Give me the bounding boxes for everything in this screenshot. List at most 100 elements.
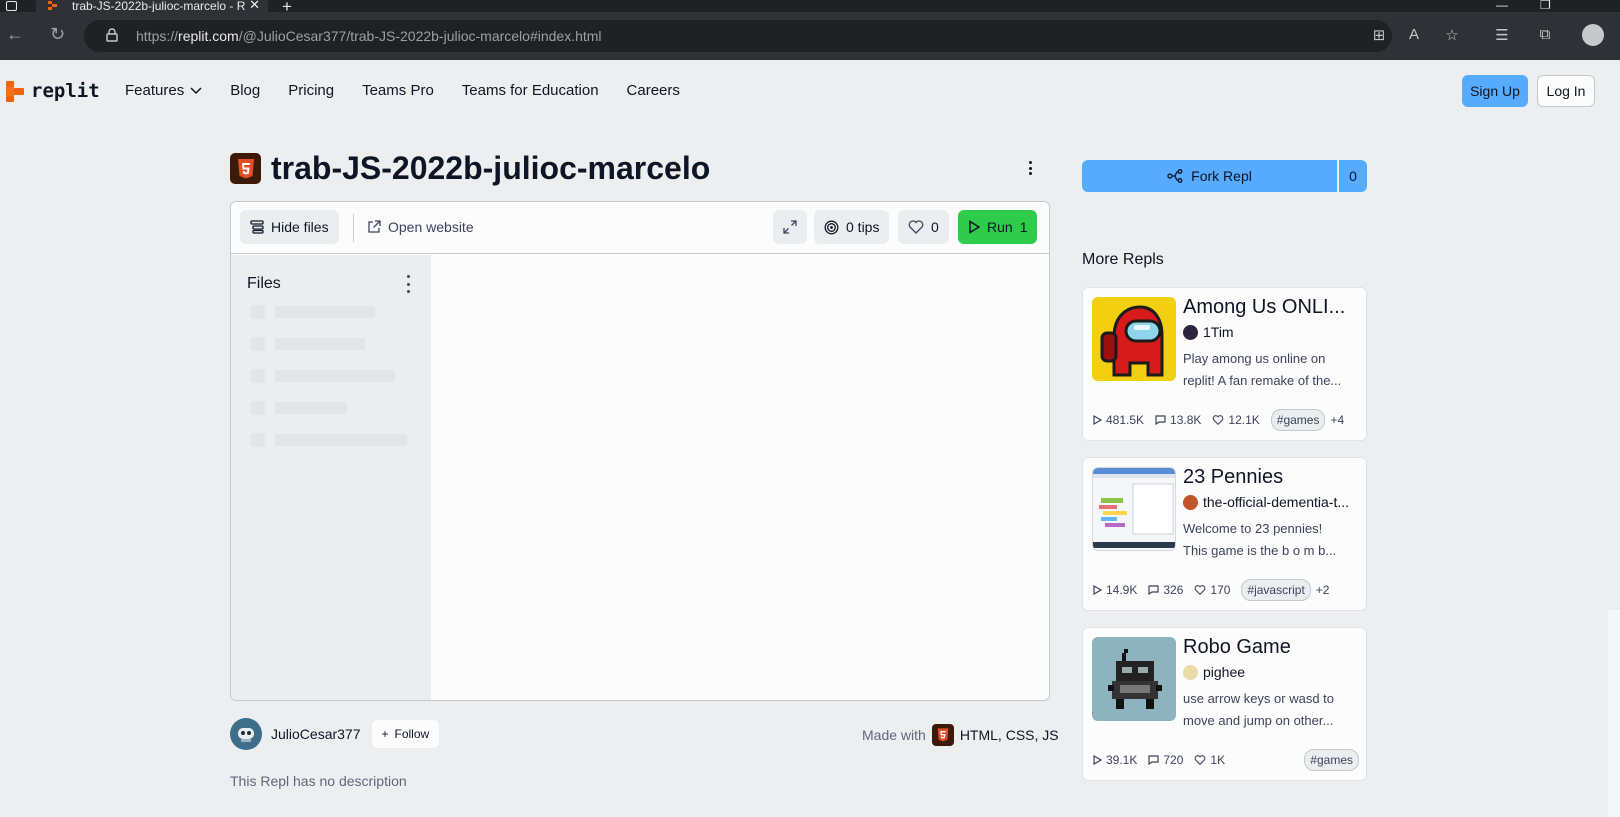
card-stats: 14.9K 326 170 #javascript +2 <box>1093 578 1359 602</box>
card-description: Welcome to 23 pennies! This game is the … <box>1183 518 1361 562</box>
comments-count: 13.8K <box>1170 413 1202 427</box>
restore-icon[interactable]: ❐ <box>1540 0 1551 12</box>
repl-card[interactable]: Robo Game pighee use arrow keys or wasd … <box>1082 627 1367 781</box>
replit-logo[interactable]: replit <box>6 80 100 102</box>
heart-icon <box>1213 415 1224 425</box>
tag-badge[interactable]: #games <box>1270 409 1326 431</box>
fork-repl-button[interactable]: Fork Repl <box>1082 160 1337 192</box>
repl-card[interactable]: Among Us ONLI... 1Tim Play among us onli… <box>1082 287 1367 441</box>
repl-title: trab-JS-2022b-julioc-marcelo <box>271 150 711 186</box>
address-bar[interactable]: https://replit.com/@JulioCesar377/trab-J… <box>84 20 1392 52</box>
comment-icon <box>1148 755 1159 765</box>
url-prefix: https:// <box>136 28 179 44</box>
nav-careers[interactable]: Careers <box>627 82 680 99</box>
fork-count[interactable]: 0 <box>1339 160 1367 192</box>
nav-features-label: Features <box>125 82 185 99</box>
author-avatar <box>1183 494 1198 510</box>
run-button[interactable]: Run 1 <box>958 210 1038 244</box>
read-aloud-icon[interactable]: A <box>1405 26 1423 44</box>
back-icon[interactable]: ← <box>6 24 24 45</box>
workspace-toolbar: Hide files Open website 0 tips 0 Run 1 <box>231 202 1049 254</box>
repl-card[interactable]: 23 Pennies the-official-dementia-t... We… <box>1082 457 1367 611</box>
author-avatar <box>1183 324 1198 340</box>
likes-count: 0 <box>931 219 939 235</box>
card-description: use arrow keys or wasd to move and jump … <box>1183 688 1361 732</box>
add-favorite-icon[interactable]: ☆ <box>1443 26 1461 44</box>
comments-count: 326 <box>1163 583 1184 597</box>
card-author: pighee <box>1183 664 1363 680</box>
avatar-image <box>238 728 254 742</box>
fork-icon <box>1167 169 1183 183</box>
nav-teams-education[interactable]: Teams for Education <box>462 82 599 99</box>
desc-line: replit! A fan remake of the... <box>1183 373 1342 388</box>
tab-actions-icon[interactable] <box>6 1 17 11</box>
collections-icon[interactable]: ⧉ <box>1536 26 1554 44</box>
repl-header: trab-JS-2022b-julioc-marcelo <box>230 150 710 187</box>
tag-badge[interactable]: #javascript <box>1241 579 1311 601</box>
nav-pricing[interactable]: Pricing <box>288 82 334 99</box>
app-available-icon[interactable]: ⊞ <box>1370 26 1388 44</box>
nav-blog[interactable]: Blog <box>230 82 260 99</box>
open-website-link[interactable]: Open website <box>357 210 484 244</box>
owner-avatar[interactable] <box>230 718 262 750</box>
follow-button[interactable]: + Follow <box>371 720 440 748</box>
likes-stat: 170 <box>1194 583 1230 597</box>
comment-icon <box>1155 415 1166 425</box>
browser-tabbar: trab-JS-2022b-julioc-marcelo - R ✕ + — ❐ <box>0 0 1620 16</box>
minimize-icon[interactable]: — <box>1496 0 1508 12</box>
likes-stat: 1K <box>1194 753 1225 767</box>
owner-name[interactable]: JulioCesar377 <box>271 726 361 742</box>
sign-up-button[interactable]: Sign Up <box>1462 75 1528 107</box>
file-skeleton <box>251 305 375 319</box>
tip-coin-icon <box>824 220 839 234</box>
play-icon <box>1093 585 1102 595</box>
browser-tab[interactable]: trab-JS-2022b-julioc-marcelo - R ✕ <box>36 0 268 12</box>
heart-icon <box>1195 755 1206 765</box>
nav-teams-pro[interactable]: Teams Pro <box>362 82 434 99</box>
owner-row: JulioCesar377 + Follow <box>230 718 440 750</box>
hide-files-label: Hide files <box>271 219 329 235</box>
card-stats: 481.5K 13.8K 12.1K #games +4 <box>1093 408 1359 432</box>
scrollbar-track[interactable] <box>1608 610 1620 817</box>
card-author: the-official-dementia-t... <box>1183 494 1363 510</box>
card-author: 1Tim <box>1183 324 1363 340</box>
plus-icon: + <box>381 727 389 741</box>
pennies-thumbnail <box>1092 467 1176 551</box>
run-count: 1 <box>1019 219 1028 235</box>
like-button[interactable]: 0 <box>898 210 949 244</box>
made-with-label: Made with <box>862 727 926 743</box>
favorites-icon[interactable]: ☰ <box>1493 26 1511 44</box>
expand-icon <box>783 220 797 234</box>
author-name: the-official-dementia-t... <box>1203 494 1350 510</box>
url-domain: replit.com <box>178 28 239 44</box>
file-skeleton <box>251 401 347 415</box>
more-tags[interactable]: +4 <box>1330 413 1344 427</box>
lock-icon <box>106 28 118 42</box>
likes-count: 1K <box>1210 753 1226 767</box>
hide-files-button[interactable]: Hide files <box>240 210 339 244</box>
repl-menu-icon[interactable] <box>1022 158 1038 178</box>
tab-close-icon[interactable]: ✕ <box>249 0 260 11</box>
nav-features[interactable]: Features <box>125 82 202 99</box>
comments-stat: 720 <box>1148 753 1183 767</box>
likes-count: 170 <box>1210 583 1231 597</box>
tips-button[interactable]: 0 tips <box>814 210 890 244</box>
author-name: 1Tim <box>1203 324 1234 340</box>
desc-line: move and jump on other... <box>1183 713 1334 728</box>
reload-icon[interactable]: ↻ <box>50 24 65 45</box>
heart-icon <box>908 220 924 234</box>
heart-icon <box>1195 585 1206 595</box>
profile-avatar-icon[interactable] <box>1582 24 1604 46</box>
more-tags[interactable]: +2 <box>1316 583 1330 597</box>
among-us-thumbnail <box>1092 297 1176 381</box>
comments-stat: 326 <box>1148 583 1183 597</box>
log-in-button[interactable]: Log In <box>1537 75 1595 107</box>
fullscreen-button[interactable] <box>773 210 807 244</box>
made-with-languages[interactable]: HTML, CSS, JS <box>960 727 1059 743</box>
tag-badge[interactable]: #games <box>1304 749 1359 771</box>
made-with: Made with HTML, CSS, JS <box>862 724 1059 746</box>
file-skeleton <box>251 337 365 351</box>
files-menu-icon[interactable] <box>403 275 413 293</box>
files-icon <box>250 220 264 234</box>
likes-count: 12.1K <box>1228 413 1260 427</box>
